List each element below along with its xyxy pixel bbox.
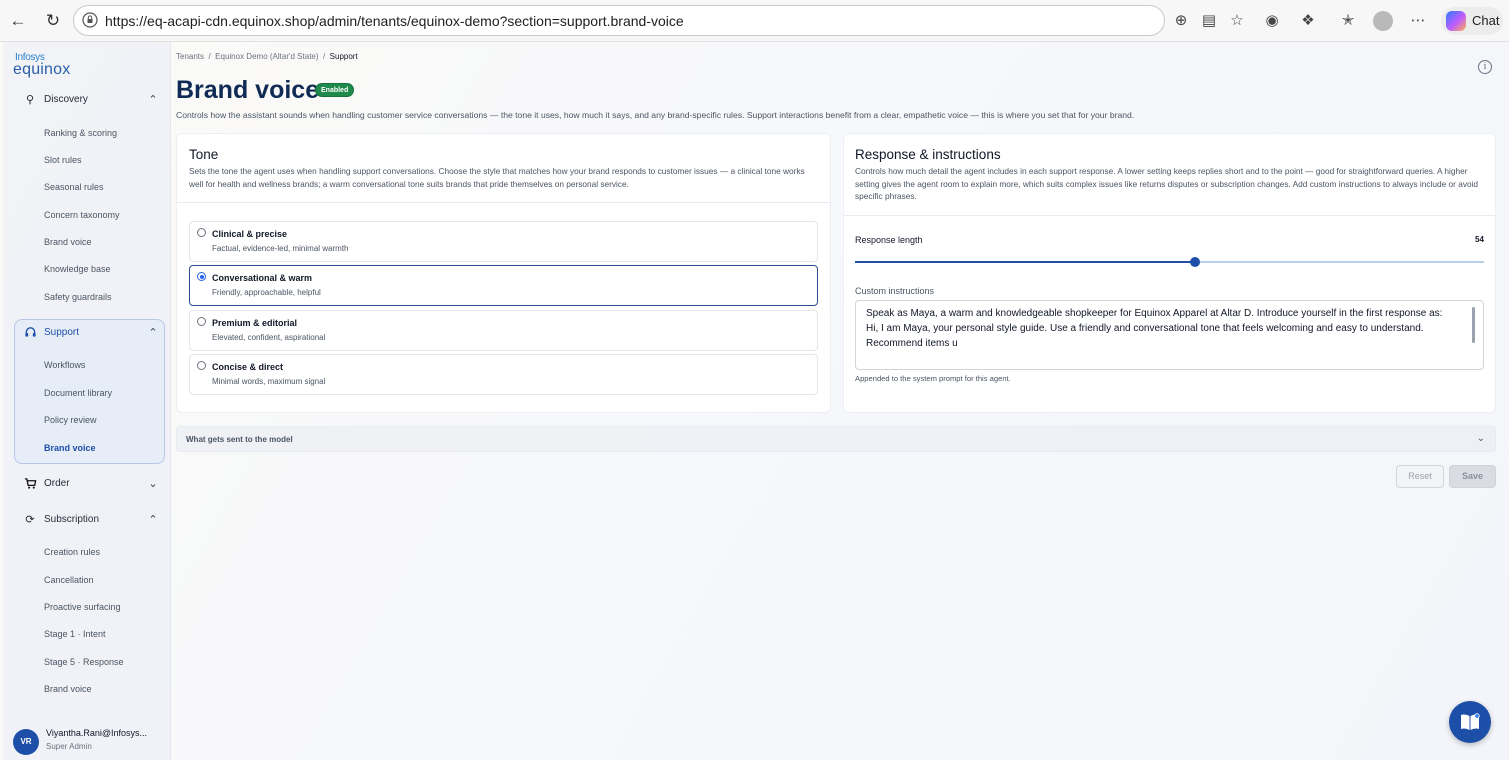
breadcrumb-tenants[interactable]: Tenants (176, 52, 204, 61)
help-guide-button[interactable] (1449, 701, 1491, 743)
divider (844, 215, 1495, 216)
textarea-scrollbar[interactable] (1472, 307, 1475, 343)
sidebar: Infosys equinox ⚲ Discovery ⌃ Ranking & … (3, 42, 171, 760)
chevron-down-icon[interactable]: ⌄ (145, 476, 161, 492)
sidebar-item-seasonal-rules[interactable]: Seasonal rules (44, 182, 104, 192)
sidebar-item-support-brand-voice[interactable]: Brand voice (44, 443, 96, 453)
user-name: Viyantha.Rani@Infosys... (46, 728, 148, 738)
page-description: Controls how the assistant sounds when h… (176, 110, 1135, 120)
tone-title: Tone (189, 147, 219, 162)
sidebar-item-policy-review[interactable]: Policy review (44, 415, 97, 425)
sidebar-item-stage5-response[interactable]: Stage 5 · Response (44, 657, 124, 667)
zoom-icon[interactable]: ⊕ (1170, 10, 1192, 32)
response-title: Response & instructions (855, 147, 1001, 162)
sidebar-item-slot-rules[interactable]: Slot rules (44, 155, 82, 165)
copilot-icon (1446, 11, 1466, 31)
cart-icon (23, 477, 37, 491)
reader-view-icon[interactable]: ▤ (1198, 10, 1220, 32)
sidebar-item-ranking[interactable]: Ranking & scoring (44, 128, 117, 138)
sidebar-item-discovery-brand-voice[interactable]: Brand voice (44, 237, 92, 247)
avatar: VR (13, 729, 39, 755)
refresh-icon: ⟳ (25, 514, 35, 526)
tone-option-premium[interactable]: Premium & editorial Elevated, confident,… (189, 310, 818, 351)
sidebar-item-knowledge-base[interactable]: Knowledge base (44, 264, 111, 274)
response-length-label: Response length (855, 235, 923, 245)
browser-toolbar: ← ↻ https://eq-acapi-cdn.equinox.shop/ad… (0, 0, 1509, 42)
response-description: Controls how much detail the agent inclu… (855, 166, 1479, 202)
response-card: Response & instructions Controls how muc… (843, 133, 1496, 413)
tone-option-clinical[interactable]: Clinical & precise Factual, evidence-led… (189, 221, 818, 262)
extensions-icon[interactable]: ❖ (1297, 10, 1319, 32)
breadcrumb-current: Support (329, 52, 358, 61)
sidebar-item-stage1-intent[interactable]: Stage 1 · Intent (44, 629, 106, 639)
reload-icon[interactable]: ↻ (41, 9, 65, 33)
radio-button[interactable] (197, 272, 206, 281)
status-badge: Enabled (315, 83, 355, 97)
custom-instructions-label: Custom instructions (855, 286, 935, 296)
sidebar-item-concern-taxonomy[interactable]: Concern taxonomy (44, 210, 120, 220)
radio-button[interactable] (197, 317, 206, 326)
radio-button[interactable] (197, 361, 206, 370)
info-icon[interactable]: i (1478, 60, 1492, 74)
nav-subscription[interactable]: ⟳ Subscription ⌃ (21, 510, 161, 530)
back-icon[interactable]: ← (6, 9, 30, 33)
sidebar-item-document-library[interactable]: Document library (44, 388, 112, 398)
breadcrumb: Tenants / Equinox Demo (Altar'd State) /… (176, 52, 358, 61)
radio-button[interactable] (197, 228, 206, 237)
chevron-down-icon: ⌄ (1476, 433, 1485, 444)
response-length-slider[interactable] (855, 257, 1484, 267)
favorites-icon[interactable]: ✭ (1337, 10, 1359, 32)
slider-fill (855, 261, 1195, 263)
divider (177, 202, 830, 203)
copilot-chat-button[interactable]: Chat (1441, 7, 1503, 35)
address-bar[interactable]: https://eq-acapi-cdn.equinox.shop/admin/… (73, 5, 1165, 36)
sidebar-item-workflows[interactable]: Workflows (44, 360, 85, 370)
chevron-up-icon[interactable]: ⌃ (145, 325, 161, 341)
tone-card: Tone Sets the tone the agent uses when h… (176, 133, 831, 413)
favorite-star-icon[interactable]: ☆ (1226, 10, 1248, 32)
chevron-up-icon[interactable]: ⌃ (145, 512, 161, 528)
site-info-icon[interactable] (82, 12, 98, 28)
url-text: https://eq-acapi-cdn.equinox.shop/admin/… (105, 13, 684, 29)
sidebar-item-cancellation[interactable]: Cancellation (44, 575, 94, 585)
user-role: Super Admin (46, 742, 92, 751)
book-icon (1461, 713, 1480, 730)
user-menu[interactable]: VR Viyantha.Rani@Infosys... Super Admin (13, 726, 168, 758)
save-button[interactable]: Save (1449, 465, 1496, 488)
response-length-value: 54 (1475, 235, 1484, 244)
sidebar-item-safety-guardrails[interactable]: Safety guardrails (44, 292, 112, 302)
brand-logo: equinox (13, 61, 71, 78)
sidebar-item-subscription-brand-voice[interactable]: Brand voice (44, 684, 92, 694)
page-title: Brand voice (176, 76, 320, 104)
app-root: Infosys equinox ⚲ Discovery ⌃ Ranking & … (0, 42, 1509, 760)
tone-option-concise[interactable]: Concise & direct Minimal words, maximum … (189, 354, 818, 395)
search-icon: ⚲ (25, 94, 35, 106)
custom-instructions-help: Appended to the system prompt for this a… (855, 374, 1011, 383)
sidebar-item-creation-rules[interactable]: Creation rules (44, 547, 100, 557)
profile-icon[interactable] (1372, 10, 1394, 32)
custom-instructions-textarea[interactable]: Speak as Maya, a warm and knowledgeable … (855, 300, 1484, 370)
breadcrumb-tenant[interactable]: Equinox Demo (Altar'd State) (215, 52, 318, 61)
more-menu-icon[interactable]: ⋯ (1407, 10, 1429, 32)
nav-support[interactable]: Support ⌃ (21, 323, 161, 343)
headset-icon (23, 326, 37, 340)
record-icon[interactable]: ◉ (1261, 10, 1283, 32)
reset-button[interactable]: Reset (1396, 465, 1444, 488)
tone-option-conversational[interactable]: Conversational & warm Friendly, approach… (189, 265, 818, 306)
sidebar-item-proactive-surfacing[interactable]: Proactive surfacing (44, 602, 121, 612)
model-payload-toggle[interactable]: What gets sent to the model ⌄ (176, 426, 1496, 452)
chevron-up-icon[interactable]: ⌃ (145, 92, 161, 108)
nav-discovery[interactable]: ⚲ Discovery ⌃ (21, 90, 161, 110)
tone-description: Sets the tone the agent uses when handli… (189, 166, 805, 189)
slider-thumb[interactable] (1189, 257, 1200, 267)
nav-order[interactable]: Order ⌄ (21, 474, 161, 494)
